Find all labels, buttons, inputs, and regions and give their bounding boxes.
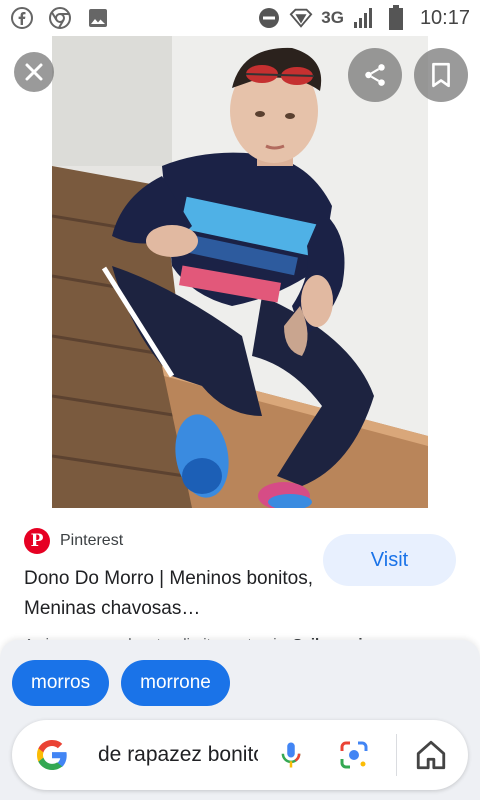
source-name: Pinterest: [60, 532, 124, 549]
search-divider: [396, 734, 397, 776]
signal-icon: [352, 6, 376, 30]
share-button[interactable]: [348, 48, 402, 102]
share-icon: [365, 64, 385, 86]
related-chips: morros morrone: [12, 660, 230, 706]
result-title[interactable]: Dono Do Morro | Meninos bonitos, Meninas…: [24, 564, 314, 624]
dnd-icon: [257, 6, 281, 30]
image-viewer: [0, 36, 480, 508]
bookmark-icon: [432, 62, 450, 88]
search-bar[interactable]: de rapazez bonitos: [12, 720, 468, 790]
save-button[interactable]: [414, 48, 468, 102]
source-row[interactable]: P Pinterest: [24, 528, 123, 554]
google-logo: [37, 740, 67, 770]
data-saver-icon: [289, 6, 313, 30]
mic-icon[interactable]: [276, 740, 306, 770]
search-query[interactable]: de rapazez bonitos: [98, 740, 258, 770]
lens-icon[interactable]: [338, 739, 370, 771]
close-button[interactable]: [14, 52, 54, 92]
close-icon: [25, 63, 43, 81]
pinterest-logo-icon: P: [24, 528, 50, 554]
network-type: 3G: [321, 8, 344, 27]
chip-morros[interactable]: morros: [12, 660, 110, 706]
chrome-icon: [48, 6, 72, 30]
bottom-search-sheet: morros morrone de rapazez bonitos: [0, 640, 480, 800]
result-info-panel: P Pinterest Dono Do Morro | Meninos boni…: [0, 508, 480, 648]
result-image[interactable]: [52, 36, 428, 508]
gallery-icon: [86, 6, 110, 30]
chip-morrone[interactable]: morrone: [121, 660, 230, 706]
status-bar: 3G 10:17: [0, 0, 480, 36]
facebook-icon: [10, 6, 34, 30]
battery-icon: [384, 5, 408, 30]
visit-button[interactable]: Visit: [323, 534, 456, 586]
home-icon[interactable]: [414, 738, 448, 772]
clock: 10:17: [419, 6, 470, 29]
